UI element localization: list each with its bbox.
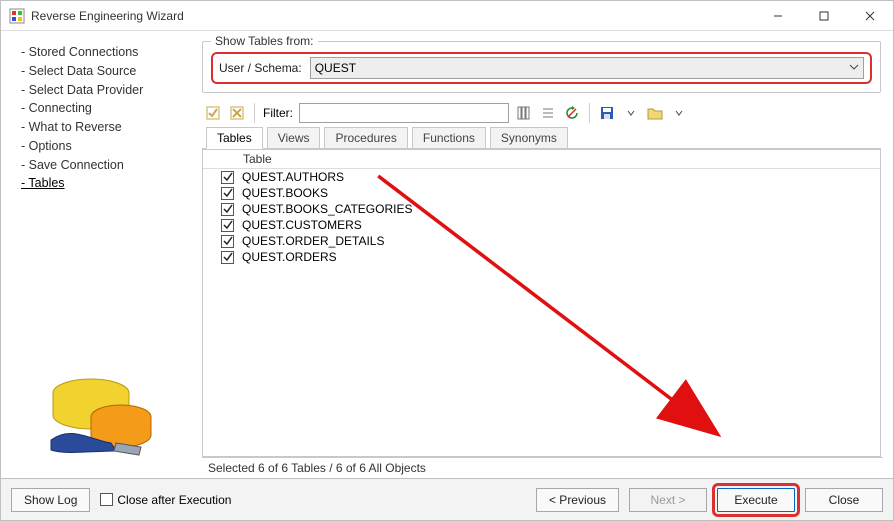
table-row[interactable]: QUEST.BOOKS_CATEGORIES bbox=[203, 201, 880, 217]
wizard-step[interactable]: - Options bbox=[21, 137, 202, 156]
row-checkbox[interactable] bbox=[221, 171, 234, 184]
wizard-step[interactable]: - What to Reverse bbox=[21, 118, 202, 137]
main-panel: Show Tables from: User / Schema: QUEST F bbox=[202, 35, 887, 478]
select-all-icon[interactable] bbox=[204, 104, 222, 122]
row-checkbox[interactable] bbox=[221, 235, 234, 248]
previous-button[interactable]: < Previous bbox=[536, 488, 619, 512]
tab-functions[interactable]: Functions bbox=[412, 127, 486, 149]
close-after-exec-label[interactable]: Close after Execution bbox=[100, 493, 231, 507]
maximize-button[interactable] bbox=[801, 1, 847, 31]
show-tables-group: Show Tables from: User / Schema: QUEST bbox=[202, 41, 881, 93]
table-row[interactable]: QUEST.AUTHORS bbox=[203, 169, 880, 185]
execute-button[interactable]: Execute bbox=[717, 488, 795, 512]
refresh-icon[interactable] bbox=[563, 104, 581, 122]
schema-value: QUEST bbox=[315, 61, 356, 75]
row-name: QUEST.CUSTOMERS bbox=[242, 218, 362, 232]
list-options-icon[interactable] bbox=[539, 104, 557, 122]
row-name: QUEST.ORDERS bbox=[242, 250, 337, 264]
window-title: Reverse Engineering Wizard bbox=[31, 9, 755, 23]
tab-views[interactable]: Views bbox=[267, 127, 321, 149]
column-options-icon[interactable] bbox=[515, 104, 533, 122]
table-header-name: Table bbox=[243, 152, 272, 166]
status-bar: Selected 6 of 6 Tables / 6 of 6 All Obje… bbox=[202, 457, 883, 478]
row-checkbox[interactable] bbox=[221, 251, 234, 264]
wizard-step[interactable]: - Select Data Source bbox=[21, 62, 202, 81]
filter-toolbar: Filter: bbox=[202, 99, 883, 127]
row-name: QUEST.AUTHORS bbox=[242, 170, 344, 184]
sidebar-illustration bbox=[21, 355, 202, 478]
chevron-down-icon bbox=[849, 61, 859, 75]
filter-input[interactable] bbox=[299, 103, 509, 123]
row-name: QUEST.ORDER_DETAILS bbox=[242, 234, 384, 248]
row-checkbox[interactable] bbox=[221, 219, 234, 232]
deselect-all-icon[interactable] bbox=[228, 104, 246, 122]
wizard-step[interactable]: - Select Data Provider bbox=[21, 81, 202, 100]
open-folder-icon[interactable] bbox=[646, 104, 664, 122]
schema-select[interactable]: QUEST bbox=[310, 57, 864, 79]
table-row[interactable]: QUEST.ORDERS bbox=[203, 249, 880, 265]
save-dropdown-icon[interactable] bbox=[622, 104, 640, 122]
save-icon[interactable] bbox=[598, 104, 616, 122]
row-name: QUEST.BOOKS bbox=[242, 186, 328, 200]
table-row[interactable]: QUEST.ORDER_DETAILS bbox=[203, 233, 880, 249]
tab-procedures[interactable]: Procedures bbox=[324, 127, 407, 149]
wizard-step: - Tables bbox=[21, 174, 202, 193]
close-after-exec-text: Close after Execution bbox=[117, 493, 231, 507]
app-icon bbox=[9, 8, 25, 24]
table-row[interactable]: QUEST.BOOKS bbox=[203, 185, 880, 201]
wizard-step[interactable]: - Stored Connections bbox=[21, 43, 202, 62]
tab-tables[interactable]: Tables bbox=[206, 127, 263, 149]
group-legend: Show Tables from: bbox=[211, 34, 318, 48]
close-button[interactable]: Close bbox=[805, 488, 883, 512]
titlebar: Reverse Engineering Wizard bbox=[1, 1, 893, 31]
wizard-step[interactable]: - Save Connection bbox=[21, 156, 202, 175]
open-dropdown-icon[interactable] bbox=[670, 104, 688, 122]
row-name: QUEST.BOOKS_CATEGORIES bbox=[242, 202, 412, 216]
wizard-sidebar: - Stored Connections- Select Data Source… bbox=[7, 35, 202, 478]
minimize-button[interactable] bbox=[755, 1, 801, 31]
close-after-exec-checkbox[interactable] bbox=[100, 493, 113, 506]
filter-label: Filter: bbox=[263, 106, 293, 120]
schema-label: User / Schema: bbox=[219, 61, 302, 75]
table-row[interactable]: QUEST.CUSTOMERS bbox=[203, 217, 880, 233]
show-log-button[interactable]: Show Log bbox=[11, 488, 90, 512]
bottom-bar: Show Log Close after Execution < Previou… bbox=[1, 478, 893, 520]
next-button: Next > bbox=[629, 488, 707, 512]
row-checkbox[interactable] bbox=[221, 203, 234, 216]
close-window-button[interactable] bbox=[847, 1, 893, 31]
tables-panel: Table QUEST.AUTHORS QUEST.BOOKS QUEST.BOOK… bbox=[202, 148, 881, 457]
tab-synonyms[interactable]: Synonyms bbox=[490, 127, 568, 149]
wizard-step[interactable]: - Connecting bbox=[21, 99, 202, 118]
row-checkbox[interactable] bbox=[221, 187, 234, 200]
